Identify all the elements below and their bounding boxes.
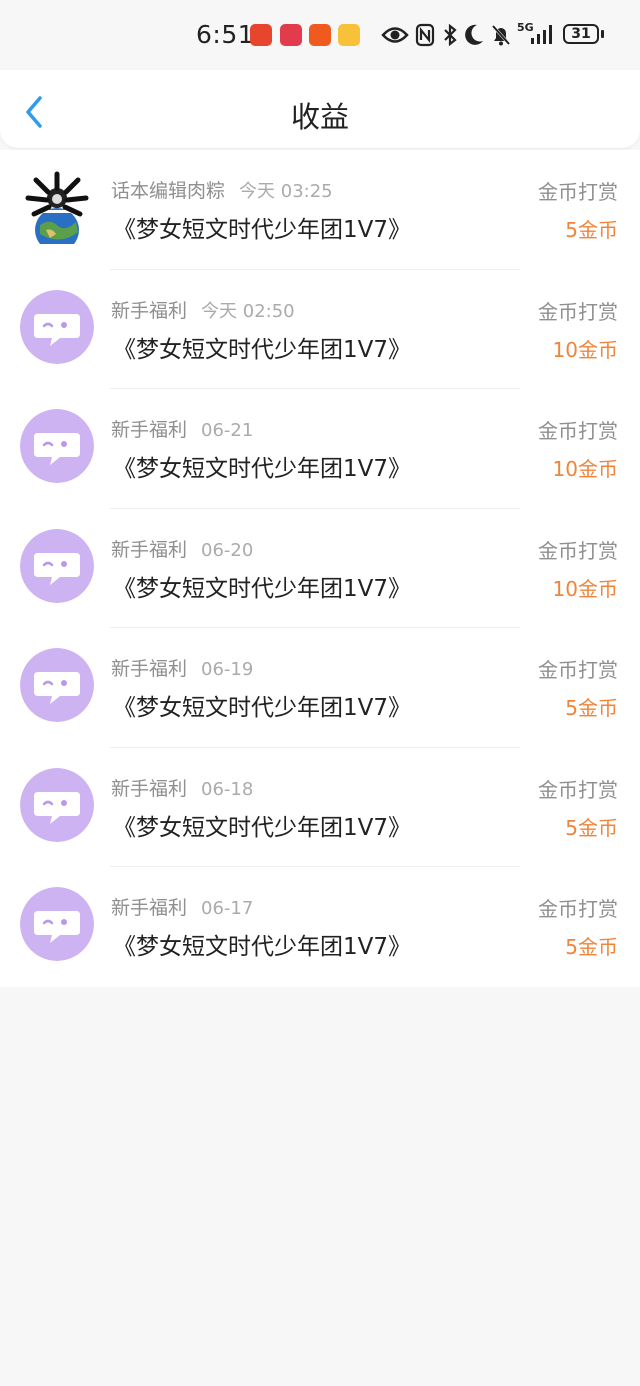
income-row[interactable]: 话本编辑肉粽 今天 03:25 《梦女短文时代少年团1V7》 金币打赏 5金币 [0,150,640,270]
status-bar: 6:51 5G 31 [0,0,640,70]
bluetooth-icon [444,23,457,47]
bot-avatar [20,648,94,722]
bot-avatar [20,887,94,961]
row-amount: 5金币 [565,935,618,959]
row-name-group: 新手福利 今天 02:50 [111,296,295,323]
row-book-title: 《梦女短文时代少年团1V7》 [113,336,412,363]
row-book-title: 《梦女短文时代少年团1V7》 [113,934,412,960]
row-book-title: 《梦女短文时代少年团1V7》 [113,217,412,243]
row-amount: 10金币 [552,337,618,362]
battery-indicator: 31 [563,24,599,44]
income-row[interactable]: 新手福利 06-19 《梦女短文时代少年团1V7》 金币打赏 5金币 [0,628,640,748]
row-sender: 新手福利 [111,777,188,800]
income-row[interactable]: 新手福利 06-18 《梦女短文时代少年团1V7》 金币打赏 5金币 [0,748,640,867]
row-book-title: 《梦女短文时代少年团1V7》 [113,456,412,482]
row-type: 金币打赏 [538,897,618,921]
row-name-group: 话本编辑肉粽 今天 03:25 [111,176,333,203]
row-amount: 5金币 [565,218,618,242]
eye-icon [381,27,409,43]
row-name-group: 新手福利 06-21 [111,415,253,442]
bot-avatar [20,528,94,603]
row-type: 金币打赏 [538,538,618,563]
bot-avatar [20,409,94,483]
row-type: 金币打赏 [538,299,618,324]
row-name-group: 新手福利 06-20 [111,535,253,562]
row-date: 今天 03:25 [239,181,333,202]
row-amount: 10金币 [552,576,618,601]
row-book-title: 《梦女短文时代少年团1V7》 [113,814,412,841]
row-amount: 10金币 [552,457,618,481]
row-date: 06-21 [201,420,254,441]
income-row[interactable]: 新手福利 今天 02:50 《梦女短文时代少年团1V7》 金币打赏 10金币 [0,270,640,389]
header-bar: 收益 [0,70,640,148]
row-name-group: 新手福利 06-19 [111,654,253,681]
row-book-title: 《梦女短文时代少年团1V7》 [113,575,412,602]
video-app-icon [309,24,331,46]
page-title: 收益 [290,100,349,134]
huawei-app-icon [280,24,302,46]
row-book-title: 《梦女短文时代少年团1V7》 [113,695,412,721]
dog-globe-icon [20,171,94,244]
row-date: 06-18 [201,778,254,800]
editor-avatar [20,170,94,244]
row-date: 06-17 [201,898,254,919]
row-name-group: 新手福利 06-17 [111,893,253,920]
row-sender: 新手福利 [111,897,188,919]
bell-off-icon [490,23,512,47]
row-sender: 新手福利 [111,299,188,322]
weibo-icon [338,24,360,46]
row-date: 今天 02:50 [201,300,295,322]
row-sender: 新手福利 [111,658,188,680]
row-sender: 新手福利 [111,538,188,561]
app-notification-icon [250,24,272,46]
row-type: 金币打赏 [538,777,618,802]
income-row[interactable]: 新手福利 06-21 《梦女短文时代少年团1V7》 金币打赏 10金币 [0,389,640,509]
row-type: 金币打赏 [538,419,618,443]
battery-tip [601,30,604,38]
row-type: 金币打赏 [538,180,618,204]
income-row[interactable]: 新手福利 06-20 《梦女短文时代少年团1V7》 金币打赏 10金币 [0,509,640,628]
status-time: 6:51 [196,20,255,49]
row-sender: 话本编辑肉粽 [111,180,226,202]
income-row[interactable]: 新手福利 06-17 《梦女短文时代少年团1V7》 金币打赏 5金币 [0,867,640,987]
row-amount: 5金币 [565,696,618,720]
nfc-icon [415,23,435,47]
income-list: 话本编辑肉粽 今天 03:25 《梦女短文时代少年团1V7》 金币打赏 5金币 新… [0,150,640,987]
row-name-group: 新手福利 06-18 [111,774,253,801]
row-type: 金币打赏 [538,658,618,682]
bot-avatar [20,289,94,364]
bot-avatar [20,767,94,842]
row-sender: 新手福利 [111,419,188,441]
row-amount: 5金币 [565,815,618,840]
row-date: 06-19 [201,659,254,680]
moon-icon [465,24,483,45]
signal-icon [531,25,552,44]
row-date: 06-20 [201,539,254,561]
